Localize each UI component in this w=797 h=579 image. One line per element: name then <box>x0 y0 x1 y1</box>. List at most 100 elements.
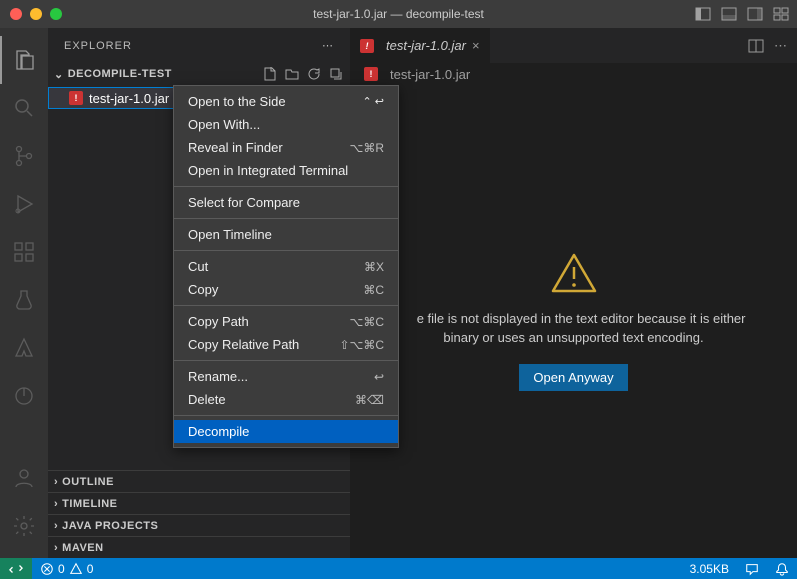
customize-layout-icon[interactable] <box>773 6 789 22</box>
workspace-section-header[interactable]: ⌄ DECOMPILE-TEST <box>48 63 350 85</box>
menu-item-reveal-in-finder[interactable]: Reveal in Finder⌥⌘R <box>174 136 398 159</box>
menu-item-label: Copy Path <box>188 314 249 329</box>
maven-section-header[interactable]: › MAVEN <box>48 536 350 558</box>
binary-file-message: The file is not displayed in the text ed… <box>390 309 757 348</box>
chevron-down-icon: ⌄ <box>54 68 64 81</box>
outline-section-header[interactable]: › OUTLINE <box>48 470 350 492</box>
titlebar-layout-controls <box>695 6 789 22</box>
menu-item-label: Select for Compare <box>188 195 300 210</box>
toggle-panel-icon[interactable] <box>721 6 737 22</box>
menu-item-label: Rename... <box>188 369 248 384</box>
feedback-icon[interactable] <box>737 562 767 576</box>
warning-icon <box>551 253 597 293</box>
menu-item-open-in-integrated-terminal[interactable]: Open in Integrated Terminal <box>174 159 398 182</box>
file-context-menu: Open to the Side ⌃ ↩ Open With... Reveal in… <box>173 85 399 448</box>
menu-shortcut: ⌘X <box>364 260 384 274</box>
section-label: OUTLINE <box>62 476 114 488</box>
split-editor-icon[interactable] <box>748 38 764 54</box>
menu-item-copy[interactable]: Copy⌘C <box>174 278 398 301</box>
minimize-window-button[interactable] <box>30 8 42 20</box>
explorer-more-actions-icon[interactable]: ⋯ <box>322 39 334 52</box>
warning-icon <box>69 562 83 576</box>
power-view-icon[interactable] <box>12 384 36 408</box>
status-bar: 0 0 3.05KB <box>0 558 797 579</box>
remote-indicator[interactable] <box>0 558 32 579</box>
menu-separator <box>174 360 398 361</box>
new-file-icon[interactable] <box>262 66 278 82</box>
chevron-right-icon: › <box>54 520 58 532</box>
message-text: e file is not displayed in the text edit… <box>417 311 746 346</box>
section-label: JAVA PROJECTS <box>62 520 158 532</box>
refresh-icon[interactable] <box>306 66 322 82</box>
menu-separator <box>174 186 398 187</box>
file-size-status[interactable]: 3.05KB <box>682 562 737 576</box>
explorer-view-icon[interactable] <box>0 36 48 84</box>
window-controls <box>0 8 62 20</box>
menu-separator <box>174 250 398 251</box>
chevron-right-icon: › <box>54 498 58 510</box>
menu-shortcut: ⌘⌫ <box>355 393 384 407</box>
workspace-name: DECOMPILE-TEST <box>68 68 172 80</box>
file-name: test-jar-1.0.jar <box>89 91 169 106</box>
toggle-secondary-sidebar-icon[interactable] <box>747 6 763 22</box>
notifications-icon[interactable] <box>767 562 797 576</box>
error-icon <box>40 562 54 576</box>
editor-more-actions-icon[interactable]: ⋯ <box>774 38 787 54</box>
menu-item-label: Open Timeline <box>188 227 272 242</box>
warning-count: 0 <box>87 562 94 576</box>
menu-item-open-to-the-side[interactable]: Open to the Side ⌃ ↩ <box>174 90 398 113</box>
menu-item-label: Cut <box>188 259 208 274</box>
java-projects-section-header[interactable]: › JAVA PROJECTS <box>48 514 350 536</box>
editor-area: ! test-jar-1.0.jar × ⋯ ! test-jar-1.0.ja… <box>350 28 797 558</box>
submenu-indicator-icon: ⌃ ↩ <box>363 95 385 108</box>
menu-separator <box>174 305 398 306</box>
activity-bar <box>0 28 48 558</box>
menu-item-copy-relative-path[interactable]: Copy Relative Path⇧⌥⌘C <box>174 333 398 356</box>
menu-item-label: Open in Integrated Terminal <box>188 163 348 178</box>
menu-item-copy-path[interactable]: Copy Path ⌥⌘C <box>174 310 398 333</box>
tab-label: test-jar-1.0.jar <box>386 38 466 53</box>
menu-shortcut: ⌥⌘C <box>350 315 385 329</box>
window-title: test-jar-1.0.jar — decompile-test <box>313 7 484 21</box>
explorer-header: EXPLORER ⋯ <box>48 28 350 63</box>
menu-item-rename[interactable]: Rename...↩ <box>174 365 398 388</box>
chevron-right-icon: › <box>54 476 58 488</box>
section-label: TIMELINE <box>62 498 117 510</box>
titlebar: test-jar-1.0.jar — decompile-test <box>0 0 797 28</box>
menu-item-cut[interactable]: Cut ⌘X <box>174 255 398 278</box>
menu-item-select-for-compare[interactable]: Select for Compare <box>174 191 398 214</box>
accounts-icon[interactable] <box>12 466 36 490</box>
breadcrumb-item: test-jar-1.0.jar <box>390 67 470 82</box>
jar-file-icon: ! <box>360 39 374 53</box>
source-control-view-icon[interactable] <box>12 144 36 168</box>
new-folder-icon[interactable] <box>284 66 300 82</box>
timeline-section-header[interactable]: › TIMELINE <box>48 492 350 514</box>
extensions-view-icon[interactable] <box>12 240 36 264</box>
settings-gear-icon[interactable] <box>12 514 36 538</box>
menu-item-label: Reveal in Finder <box>188 140 283 155</box>
collapse-all-icon[interactable] <box>328 66 344 82</box>
breadcrumb[interactable]: ! test-jar-1.0.jar <box>350 63 797 85</box>
open-anyway-button[interactable]: Open Anyway <box>519 364 627 391</box>
azure-view-icon[interactable] <box>12 336 36 360</box>
explorer-title: EXPLORER <box>64 40 132 52</box>
menu-item-decompile[interactable]: Decompile <box>174 420 398 443</box>
problems-status[interactable]: 0 0 <box>32 562 101 576</box>
tab-test-jar[interactable]: ! test-jar-1.0.jar × <box>350 28 491 63</box>
menu-item-label: Copy <box>188 282 218 297</box>
run-debug-view-icon[interactable] <box>12 192 36 216</box>
menu-item-delete[interactable]: Delete⌘⌫ <box>174 388 398 411</box>
close-window-button[interactable] <box>10 8 22 20</box>
section-label: MAVEN <box>62 542 103 554</box>
menu-item-label: Open With... <box>188 117 260 132</box>
chevron-right-icon: › <box>54 542 58 554</box>
close-tab-icon[interactable]: × <box>472 38 480 53</box>
menu-item-label: Open to the Side <box>188 94 286 109</box>
menu-item-open-timeline[interactable]: Open Timeline <box>174 223 398 246</box>
search-view-icon[interactable] <box>12 96 36 120</box>
editor-body: The file is not displayed in the text ed… <box>350 85 797 558</box>
menu-item-open-with[interactable]: Open With... <box>174 113 398 136</box>
toggle-primary-sidebar-icon[interactable] <box>695 6 711 22</box>
maximize-window-button[interactable] <box>50 8 62 20</box>
testing-view-icon[interactable] <box>12 288 36 312</box>
